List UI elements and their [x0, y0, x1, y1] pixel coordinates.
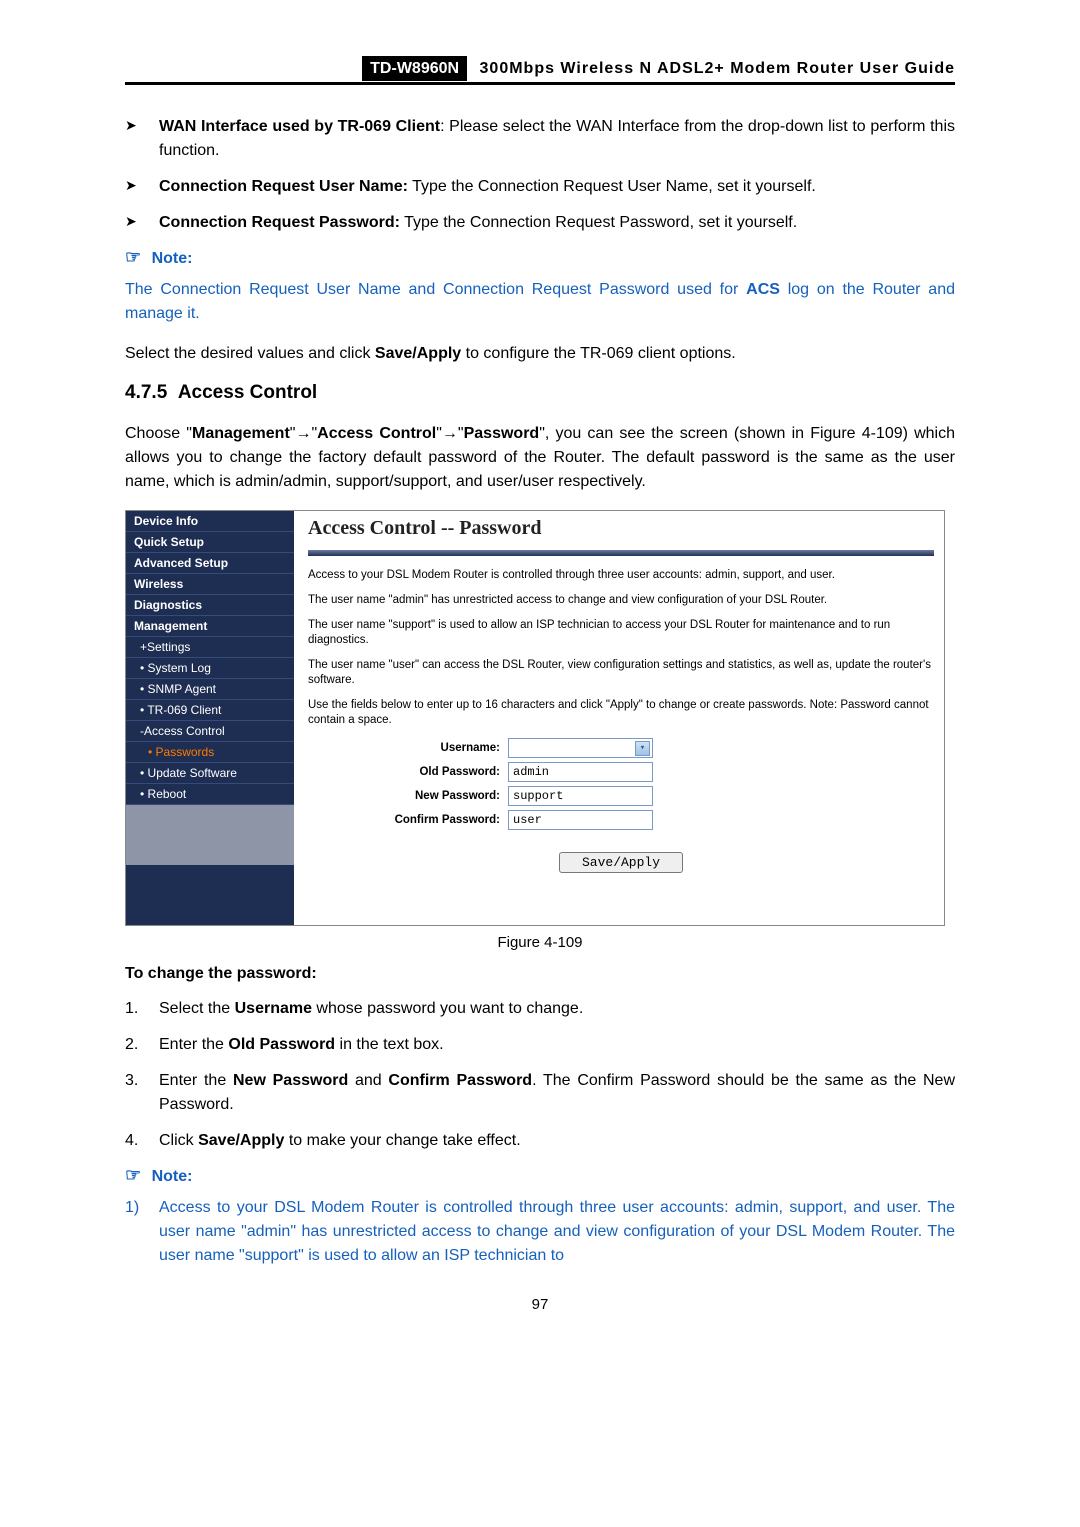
username-select[interactable]: ▾ [508, 738, 653, 758]
figure-wrap: Device InfoQuick SetupAdvanced SetupWire… [125, 510, 945, 926]
step-text: Enter the New Password and Confirm Passw… [159, 1069, 955, 1117]
router-sidebar: Device InfoQuick SetupAdvanced SetupWire… [126, 511, 294, 925]
sidebar-item[interactable]: Advanced Setup [126, 553, 294, 574]
chevron-down-icon[interactable]: ▾ [635, 741, 650, 756]
section-heading: 4.7.5 Access Control [125, 382, 955, 404]
step-item: 4.Click Save/Apply to make your change t… [125, 1129, 955, 1153]
pointing-hand-icon: ☞ [125, 247, 141, 267]
sidebar-item[interactable]: -Access Control [126, 721, 294, 742]
label-oldpw: Old Password: [308, 766, 508, 778]
sidebar-item[interactable]: • TR-069 Client [126, 700, 294, 721]
step-text: Enter the Old Password in the text box. [159, 1033, 444, 1057]
sidebar-item[interactable]: • Update Software [126, 763, 294, 784]
bullet-item: ➤Connection Request User Name: Type the … [125, 175, 955, 199]
sidebar-item[interactable]: • SNMP Agent [126, 679, 294, 700]
step-item: 2.Enter the Old Password in the text box… [125, 1033, 955, 1057]
panel-divider [308, 550, 934, 556]
step-marker: 3. [125, 1069, 159, 1117]
note2-body: Access to your DSL Modem Router is contr… [159, 1196, 955, 1268]
note2-item: 1) Access to your DSL Modem Router is co… [125, 1196, 955, 1268]
apply-wrap: Save/Apply [308, 852, 934, 873]
panel-p3: The user name "support" is used to allow… [308, 618, 934, 648]
step-text: Click Save/Apply to make your change tak… [159, 1129, 521, 1153]
step-item: 1.Select the Username whose password you… [125, 997, 955, 1021]
label-newpw: New Password: [308, 790, 508, 802]
sidebar-item[interactable]: Wireless [126, 574, 294, 595]
step-marker: 2. [125, 1033, 159, 1057]
row-newpw: New Password: [308, 786, 934, 806]
panel-p1: Access to your DSL Modem Router is contr… [308, 568, 934, 583]
steps-list: 1.Select the Username whose password you… [125, 997, 955, 1153]
sidebar-item[interactable]: Diagnostics [126, 595, 294, 616]
panel-p2: The user name "admin" has unrestricted a… [308, 593, 934, 608]
note-word: Note: [152, 250, 193, 267]
page-header: TD-W8960N 300Mbps Wireless N ADSL2+ Mode… [125, 60, 955, 85]
sidebar-item[interactable]: • Passwords [126, 742, 294, 763]
bullet-text: Connection Request User Name: Type the C… [159, 175, 955, 199]
step-marker: 1. [125, 997, 159, 1021]
row-oldpw: Old Password: [308, 762, 934, 782]
panel-title: Access Control -- Password [308, 517, 934, 540]
triangle-bullet-icon: ➤ [125, 175, 159, 199]
bullet-item: ➤Connection Request Password: Type the C… [125, 211, 955, 235]
panel-p4: The user name "user" can access the DSL … [308, 658, 934, 688]
router-ui-figure: Device InfoQuick SetupAdvanced SetupWire… [125, 510, 945, 926]
model-badge: TD-W8960N [362, 56, 467, 81]
note-body: The Connection Request User Name and Con… [125, 278, 955, 326]
choose-paragraph: Choose "Management"→"Access Control"→"Pa… [125, 422, 955, 494]
triangle-bullet-icon: ➤ [125, 115, 159, 163]
sidebar-item[interactable]: Quick Setup [126, 532, 294, 553]
old-password-input[interactable] [508, 762, 653, 782]
router-main-panel: Access Control -- Password Access to you… [294, 511, 944, 925]
panel-p5: Use the fields below to enter up to 16 c… [308, 698, 934, 728]
row-username: Username: ▾ [308, 738, 934, 758]
guide-title: 300Mbps Wireless N ADSL2+ Modem Router U… [472, 60, 955, 77]
note2-word: Note: [152, 1168, 193, 1185]
note2-marker: 1) [125, 1196, 159, 1268]
confirm-password-input[interactable] [508, 810, 653, 830]
save-apply-button[interactable]: Save/Apply [559, 852, 683, 873]
bullet-item: ➤WAN Interface used by TR-069 Client: Pl… [125, 115, 955, 163]
instruction-paragraph: Select the desired values and click Save… [125, 342, 955, 366]
bullet-text: WAN Interface used by TR-069 Client: Ple… [159, 115, 955, 163]
sidebar-item[interactable]: Device Info [126, 511, 294, 532]
new-password-input[interactable] [508, 786, 653, 806]
step-text: Select the Username whose password you w… [159, 997, 583, 1021]
sidebar-fill [126, 805, 294, 865]
row-confirmpw: Confirm Password: [308, 810, 934, 830]
sidebar-item[interactable]: +Settings [126, 637, 294, 658]
note2-label: ☞ Note: [125, 1165, 955, 1186]
step-item: 3.Enter the New Password and Confirm Pas… [125, 1069, 955, 1117]
sidebar-item[interactable]: Management [126, 616, 294, 637]
figure-caption: Figure 4-109 [125, 934, 955, 951]
param-list: ➤WAN Interface used by TR-069 Client: Pl… [125, 115, 955, 235]
triangle-bullet-icon: ➤ [125, 211, 159, 235]
pointing-hand-icon: ☞ [125, 1165, 141, 1185]
label-username: Username: [308, 742, 508, 754]
bullet-text: Connection Request Password: Type the Co… [159, 211, 955, 235]
label-confirmpw: Confirm Password: [308, 814, 508, 826]
page-number: 97 [125, 1296, 955, 1313]
sidebar-item[interactable]: • Reboot [126, 784, 294, 805]
sidebar-item[interactable]: • System Log [126, 658, 294, 679]
note-label: ☞ Note: [125, 247, 955, 268]
change-password-heading: To change the password: [125, 965, 955, 983]
step-marker: 4. [125, 1129, 159, 1153]
